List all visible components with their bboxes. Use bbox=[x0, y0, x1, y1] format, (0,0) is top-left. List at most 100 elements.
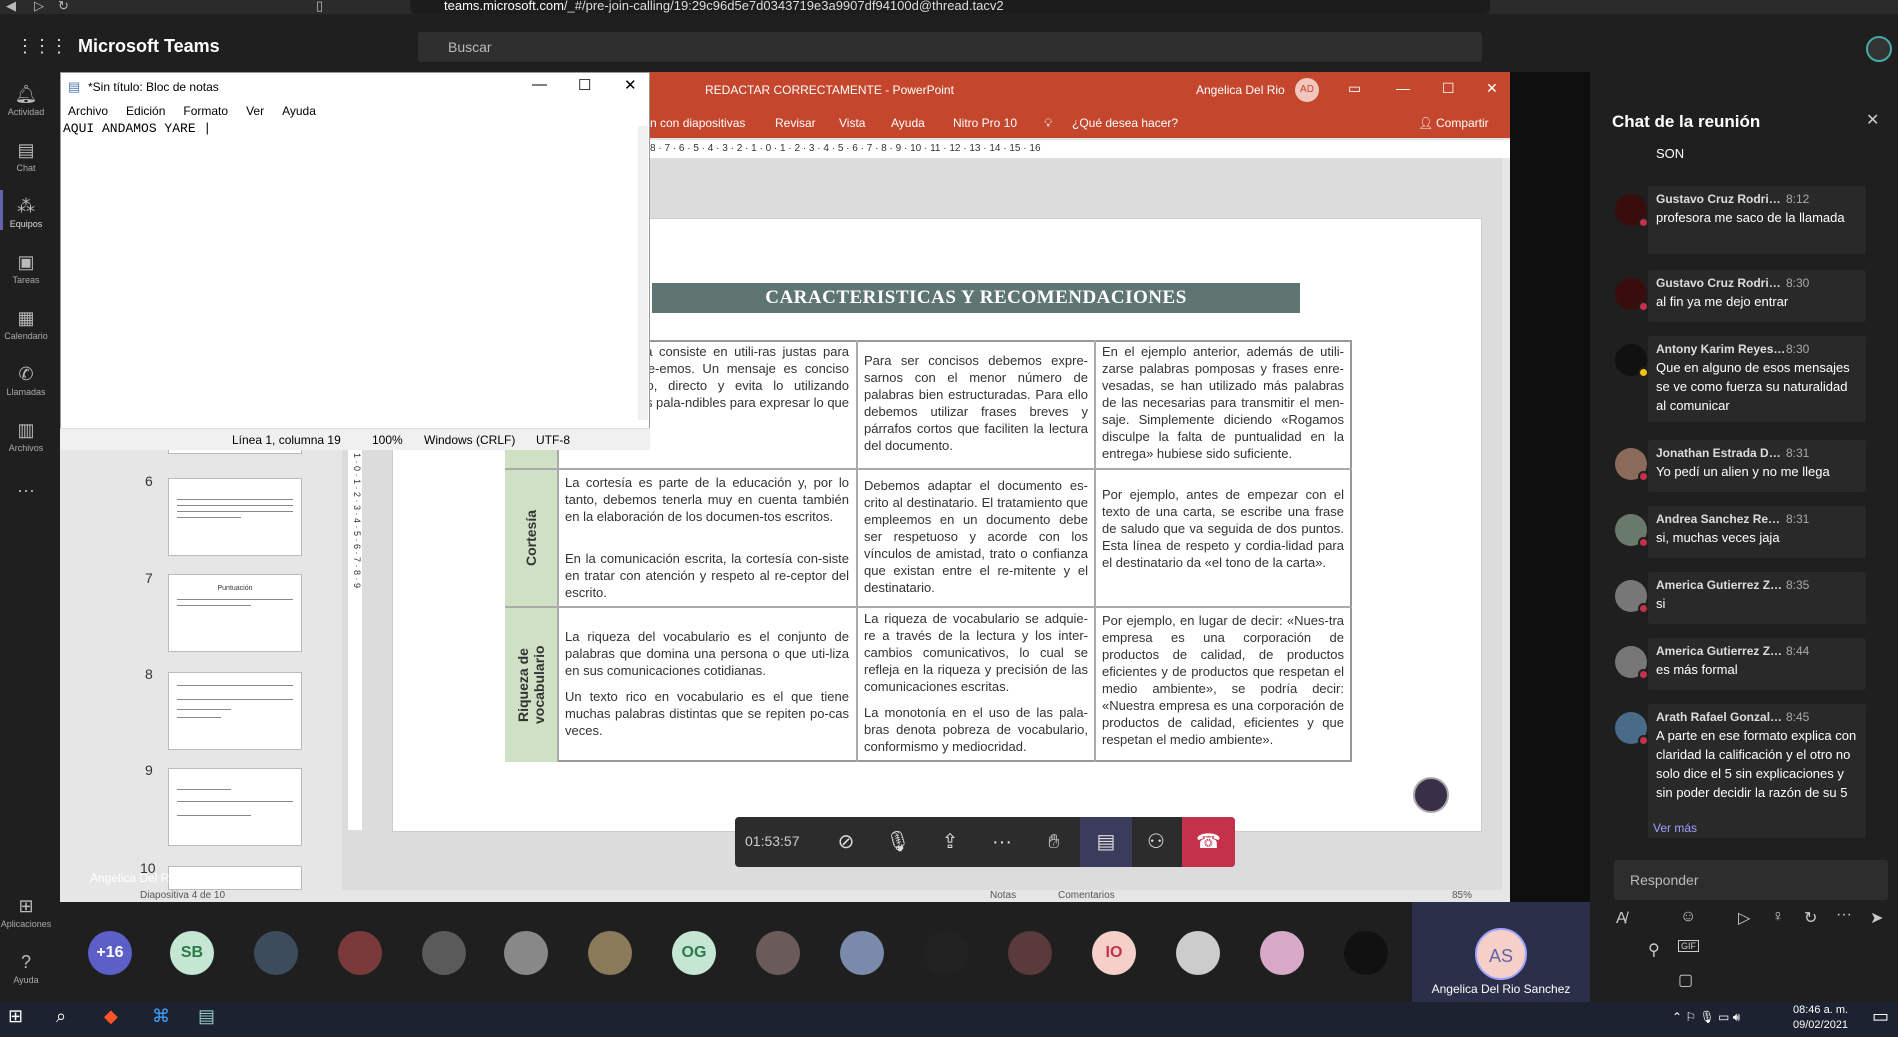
praise-icon[interactable]: ♀ bbox=[1772, 908, 1784, 926]
slide-thumbnail-7[interactable]: Puntuación bbox=[168, 574, 302, 652]
bookmark-icon[interactable]: ▯ bbox=[316, 0, 323, 14]
chat-message[interactable]: America Gutierrez Zumaya8:35si bbox=[1648, 572, 1866, 624]
avatar[interactable]: OG bbox=[672, 931, 716, 975]
maximize-icon[interactable]: ☐ bbox=[578, 76, 591, 94]
search-icon[interactable]: ⌕ bbox=[56, 1006, 66, 1027]
menu-formato[interactable]: Formato bbox=[183, 104, 228, 118]
ribbon-display-icon[interactable]: ▭ bbox=[1348, 80, 1361, 97]
maximize-icon[interactable]: ☐ bbox=[1442, 80, 1455, 97]
tab-view[interactable]: Vista bbox=[839, 116, 865, 130]
menu-ayuda[interactable]: Ayuda bbox=[282, 104, 316, 118]
avatar[interactable] bbox=[338, 931, 382, 975]
avatar[interactable] bbox=[1176, 931, 1220, 975]
rail-calls[interactable]: ✆ Llamadas bbox=[0, 364, 52, 397]
comments-button[interactable]: Comentarios bbox=[1058, 890, 1115, 901]
notes-button[interactable]: Notas bbox=[990, 890, 1016, 901]
share-icon[interactable]: 👤︎ bbox=[1418, 116, 1433, 130]
minimize-icon[interactable]: — bbox=[532, 76, 547, 93]
avatar[interactable] bbox=[1260, 931, 1304, 975]
avatar[interactable] bbox=[756, 931, 800, 975]
notifications-icon[interactable]: ▭ bbox=[1872, 1006, 1889, 1027]
more-options-icon[interactable]: ··· bbox=[976, 817, 1028, 867]
stream-icon[interactable]: ▷ bbox=[1738, 908, 1750, 928]
reload-icon[interactable]: ↻ bbox=[58, 0, 69, 14]
avatar[interactable] bbox=[840, 931, 884, 975]
rail-files[interactable]: ▥ Archivos bbox=[0, 420, 52, 453]
app-launcher-icon[interactable]: ⋮⋮⋮ bbox=[16, 36, 68, 57]
tab-slideshow[interactable]: n con diapositivas bbox=[650, 116, 745, 130]
chat-message[interactable]: Andrea Sanchez Reyes 8:31 si, muchas veces… bbox=[1648, 506, 1866, 558]
url-bar[interactable]: teams.microsoft.com/_#/pre-join-calling/… bbox=[410, 0, 1490, 14]
chat-message[interactable]: Jonathan Estrada De Jesus8:31Yo pedí un … bbox=[1648, 440, 1866, 492]
hang-up-icon[interactable]: ☎︎ bbox=[1182, 817, 1235, 867]
avatar[interactable] bbox=[254, 931, 298, 975]
see-more-link[interactable]: Ver más bbox=[1653, 821, 1697, 835]
rail-more[interactable]: ··· bbox=[0, 480, 52, 503]
attach-icon[interactable]: ⚲ bbox=[1648, 940, 1660, 960]
back-icon[interactable]: ◀ bbox=[6, 0, 16, 14]
notepad-icon[interactable]: ▤ bbox=[198, 1006, 215, 1027]
avatar[interactable]: SB bbox=[170, 931, 214, 975]
search-input[interactable]: Buscar bbox=[418, 32, 1482, 62]
menu-archivo[interactable]: Archivo bbox=[68, 104, 108, 118]
system-tray[interactable]: ⌃ ⚐ 🎙︎ ▭ 🔊︎ bbox=[1672, 1010, 1740, 1025]
tab-nitro[interactable]: Nitro Pro 10 bbox=[953, 116, 1017, 130]
clock[interactable]: 08:46 a. m. 09/02/2021 bbox=[1793, 1003, 1848, 1033]
minimize-icon[interactable]: — bbox=[1396, 80, 1410, 96]
emoji-icon[interactable]: ☺ bbox=[1680, 908, 1696, 926]
avatar[interactable] bbox=[924, 931, 968, 975]
menu-edicion[interactable]: Edición bbox=[126, 104, 165, 118]
close-icon[interactable]: ✕ bbox=[1866, 110, 1879, 130]
profile-avatar[interactable] bbox=[1866, 36, 1892, 62]
share-screen-icon[interactable]: ⇪ bbox=[924, 817, 976, 867]
gif-icon[interactable]: GIF bbox=[1678, 940, 1699, 952]
vscode-icon[interactable]: ⌘ bbox=[152, 1006, 170, 1027]
avatar[interactable] bbox=[1008, 931, 1052, 975]
zoom-level[interactable]: 85% bbox=[1452, 890, 1472, 901]
avatar[interactable] bbox=[504, 931, 548, 975]
sticker-icon[interactable]: ▢ bbox=[1678, 970, 1693, 990]
chat-toggle-icon[interactable]: ▤ bbox=[1080, 817, 1132, 867]
rail-tasks[interactable]: ▣ Tareas bbox=[0, 252, 52, 285]
notepad-editor[interactable]: AQUI ANDAMOS YARE | bbox=[63, 121, 211, 136]
scrollbar[interactable] bbox=[638, 126, 648, 420]
rail-help[interactable]: ? Ayuda bbox=[0, 952, 52, 985]
participants-icon[interactable]: ⚇ bbox=[1130, 817, 1182, 867]
mic-off-icon[interactable]: 🎙︎ bbox=[872, 817, 924, 867]
raise-hand-icon[interactable]: ✋︎ bbox=[1028, 817, 1080, 867]
ppt-user-avatar[interactable]: AD bbox=[1295, 78, 1319, 102]
chat-message[interactable]: America Gutierrez Zumaya8:44es más forma… bbox=[1648, 638, 1866, 690]
slide-thumbnail-6[interactable] bbox=[168, 478, 302, 556]
reply-input[interactable]: Responder bbox=[1614, 860, 1888, 900]
chat-message[interactable]: Arath Rafael Gonzalez Gonz...8:45A parte… bbox=[1648, 704, 1866, 838]
forward-icon[interactable]: ▷ bbox=[34, 0, 44, 14]
slide-thumbnail-9[interactable] bbox=[168, 768, 302, 846]
send-icon[interactable]: ➤ bbox=[1870, 908, 1883, 928]
share-button[interactable]: Compartir bbox=[1436, 116, 1489, 130]
format-icon[interactable]: A̸ bbox=[1616, 910, 1627, 928]
tell-me-box[interactable]: ¿Qué desea hacer? bbox=[1072, 116, 1178, 130]
start-icon[interactable]: ⊞ bbox=[8, 1006, 23, 1027]
rail-apps[interactable]: ⊞ Aplicaciones bbox=[0, 896, 52, 929]
chat-message[interactable]: Gustavo Cruz Rodriguez 8:12 profesora me s… bbox=[1648, 186, 1866, 254]
camera-off-icon[interactable]: ⊘ bbox=[820, 817, 872, 867]
overflow-count[interactable]: +16 bbox=[88, 931, 132, 975]
avatar[interactable] bbox=[422, 931, 466, 975]
avatar[interactable] bbox=[1344, 931, 1388, 975]
avatar[interactable]: IO bbox=[1092, 931, 1136, 975]
rail-chat[interactable]: ▤ Chat bbox=[0, 140, 52, 173]
rail-activity[interactable]: 🔔︎ Actividad bbox=[0, 84, 52, 117]
menu-ver[interactable]: Ver bbox=[246, 104, 264, 118]
tab-review[interactable]: Revisar bbox=[775, 116, 816, 130]
rail-teams[interactable]: ⁂ Equipos bbox=[0, 190, 52, 230]
close-icon[interactable]: ✕ bbox=[624, 76, 637, 94]
brave-icon[interactable]: ◆ bbox=[104, 1006, 118, 1027]
chat-message[interactable]: Antony Karim Reyes Hernan...8:30Que en a… bbox=[1648, 336, 1866, 422]
tab-help[interactable]: Ayuda bbox=[891, 116, 925, 130]
more-options-icon[interactable]: ··· bbox=[1836, 906, 1852, 924]
avatar[interactable] bbox=[588, 931, 632, 975]
slide-thumbnail-8[interactable] bbox=[168, 672, 302, 750]
rail-calendar[interactable]: ▦ Calendario bbox=[0, 308, 52, 341]
loop-icon[interactable]: ↻ bbox=[1804, 908, 1817, 928]
close-icon[interactable]: ✕ bbox=[1486, 80, 1498, 97]
